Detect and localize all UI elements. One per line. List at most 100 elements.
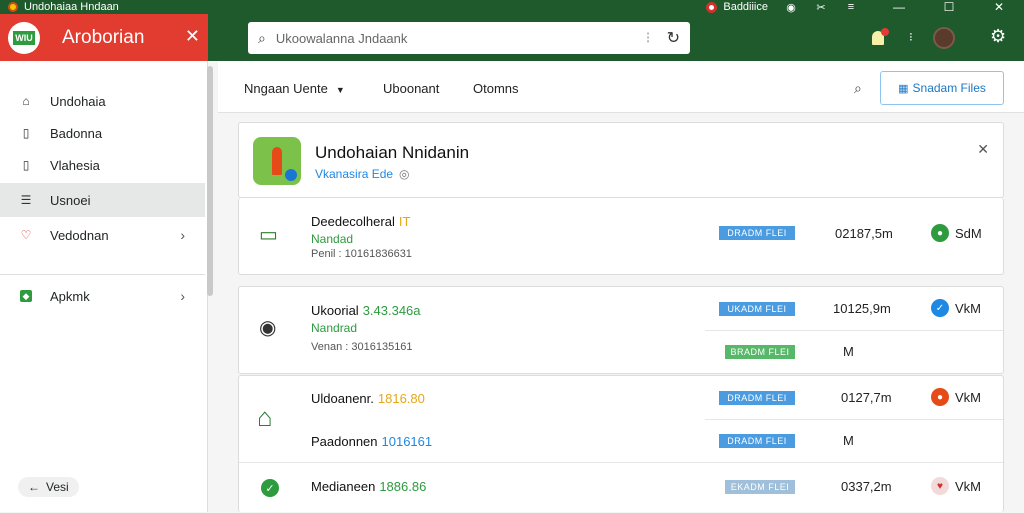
download-button[interactable]: DRADM FLEI xyxy=(719,391,795,405)
more-icon[interactable]: ⁝ xyxy=(909,30,913,44)
primary-action-button[interactable]: ▦ Snadam Files xyxy=(880,71,1004,105)
row-title: Medianeen 1886.86 xyxy=(311,479,427,494)
minimize-button[interactable]: — xyxy=(874,0,924,14)
table-row[interactable]: ⌂ Uldoanenr. 1816.80 Paadonnen 1016161 DRA… xyxy=(239,376,1003,462)
row-secondary-value: M xyxy=(843,344,854,359)
download-button[interactable]: EKADM FLEI xyxy=(725,480,795,494)
sidebar-item-label: Vlahesia xyxy=(50,157,100,173)
chevron-right-icon: › xyxy=(180,227,185,243)
table-row[interactable]: ◉ Ukoorial 3.43.346a Nandrad Venan : 3016… xyxy=(239,287,1003,375)
close-window-button[interactable]: ✕ xyxy=(974,0,1024,14)
row-title: Deedecolheral IT xyxy=(311,214,411,229)
search-icon: ⌕ xyxy=(258,29,266,46)
row-secondary-value: M xyxy=(843,433,854,448)
main-toolbar: Nngaan Uente ▼ Uboonant Otomns ⌕ ▦ Snadam… xyxy=(218,61,1024,113)
maximize-button[interactable]: ☐ xyxy=(924,0,974,14)
refresh-icon[interactable]: ↻ xyxy=(667,28,680,48)
close-icon[interactable]: ✕ xyxy=(977,141,989,158)
brand-logo: WIU xyxy=(8,21,40,54)
pin-icon[interactable]: ◉ xyxy=(784,1,798,14)
row-result: ● SdM xyxy=(931,224,982,242)
row-divider xyxy=(705,419,1003,420)
table-row[interactable]: ▭ Deedecolheral IT Nandad Penil : 1016183… xyxy=(239,198,1003,274)
check-icon: ✓ xyxy=(931,299,949,317)
record-icon[interactable] xyxy=(706,1,718,13)
android-icon: ◆ xyxy=(20,290,32,302)
app-icon xyxy=(8,2,18,12)
row-divider xyxy=(705,330,1003,331)
search-input[interactable]: Ukoowalanna Jndaank xyxy=(276,31,646,46)
card-subtitle[interactable]: Vkanasira Ede ◎ xyxy=(315,167,410,181)
list-icon: ☰ xyxy=(20,193,32,207)
title-bar: Undohaiaa Hndaan Baddiiice ◉ ✂ ≡ — ☐ ✕ xyxy=(0,0,1024,14)
file-size: 02187,5m xyxy=(835,226,893,241)
file-size: 10125,9m xyxy=(833,301,891,316)
tab-third[interactable]: Otomns xyxy=(473,81,519,96)
monitor-icon: ▭ xyxy=(259,224,278,246)
back-icon: ← xyxy=(28,480,40,494)
tools-icon[interactable]: ✂ xyxy=(814,1,828,14)
file-icon: ▯ xyxy=(22,158,30,172)
table-row[interactable]: ✓ Medianeen 1886.86 EKADM FLEI 0337,2m ♥ V… xyxy=(239,463,1003,513)
gear-icon[interactable]: ⚙ xyxy=(990,26,1006,47)
sidebar-item-security[interactable]: ♡ Vedodnan › xyxy=(0,219,205,251)
close-icon[interactable]: ✕ xyxy=(185,26,200,47)
download-button[interactable]: UKADM FLEI xyxy=(719,302,795,316)
notification-icon[interactable] xyxy=(872,28,889,46)
avatar[interactable] xyxy=(933,27,955,49)
sidebar-item-list[interactable]: ☰ Usnoei xyxy=(0,183,205,217)
sidebar-scrollbar[interactable] xyxy=(207,66,213,296)
row-result: ● VkM xyxy=(931,388,981,406)
row-result: ✓ VkM xyxy=(931,299,981,317)
sidebar-item-files[interactable]: ▯ Vlahesia xyxy=(0,149,205,181)
brand-bar: WIU Aroborian ✕ xyxy=(0,14,208,61)
search-divider: ⁝ xyxy=(645,30,651,47)
sidebar-item-label: Usnoei xyxy=(50,192,91,208)
document-icon: ▯ xyxy=(22,126,30,140)
alert-icon: ● xyxy=(931,388,949,406)
tab-second[interactable]: Uboonant xyxy=(383,81,439,96)
row-result: ♥ VkM xyxy=(931,477,981,495)
sidebar-divider xyxy=(0,274,205,275)
download-button[interactable]: DRADM FLEI xyxy=(719,434,795,448)
sidebar-item-label: Vedodnan xyxy=(50,227,109,243)
tab-filter[interactable]: Nngaan Uente ▼ xyxy=(244,81,345,96)
row-status: Nandrad xyxy=(311,321,358,335)
row-meta: Venan : 3016135161 xyxy=(311,341,413,353)
sidebar-item-apps[interactable]: ◆ Apkmk › xyxy=(0,280,205,312)
chevron-right-icon: › xyxy=(180,288,185,304)
status-text: Baddiiice xyxy=(723,1,768,13)
file-size: 0337,2m xyxy=(841,479,892,494)
home-icon: ⌂ xyxy=(22,94,30,108)
sidebar-item-documents[interactable]: ▯ Badonna xyxy=(0,117,205,149)
file-size: 0127,7m xyxy=(841,390,892,405)
check-circle-icon: ✓ xyxy=(261,479,279,497)
grid-icon: ▦ xyxy=(898,82,909,95)
sidebar: ⌂ Undohaia ▯ Badonna ▯ Vlahesia ☰ Usnoei… xyxy=(0,61,213,512)
window-title: Undohaiaa Hndaan xyxy=(24,1,119,13)
sidebar-item-label: Badonna xyxy=(50,125,103,141)
row-status: Nandad xyxy=(311,232,354,246)
sidebar-item-label: Apkmk xyxy=(50,288,90,304)
app-logo-icon xyxy=(253,137,301,185)
version-chip[interactable]: ← Vesi xyxy=(18,477,79,497)
row-title: Ukoorial 3.43.346a xyxy=(311,303,421,318)
help-icon: ◎ xyxy=(399,167,410,181)
app-detail-card: Undohaian Nnidanin Vkanasira Ede ◎ ✕ xyxy=(238,122,1004,198)
sidebar-item-home[interactable]: ⌂ Undohaia xyxy=(0,85,205,117)
chevron-down-icon: ▼ xyxy=(335,85,345,95)
search-icon[interactable]: ⌕ xyxy=(854,80,862,97)
app-header: WIU Aroborian ✕ ⌕ Ukoowalanna Jndaank ⁝ … xyxy=(0,14,1024,61)
download-button[interactable]: DRADM FLEI xyxy=(719,226,795,240)
check-icon: ● xyxy=(931,224,949,242)
row-subtitle: Paadonnen 1016161 xyxy=(311,434,433,449)
search-box[interactable]: ⌕ Ukoowalanna Jndaank ⁝ ↻ xyxy=(248,22,690,54)
card-title: Undohaian Nnidanin xyxy=(315,143,470,162)
heart-icon: ♥ xyxy=(931,477,949,495)
brand-name: Aroborian xyxy=(62,26,145,48)
file-list-card-2: ◉ Ukoorial 3.43.346a Nandrad Venan : 3016… xyxy=(238,286,1004,374)
install-button[interactable]: BRADM FLEI xyxy=(725,345,795,359)
file-list-card-3: ⌂ Uldoanenr. 1816.80 Paadonnen 1016161 DRA… xyxy=(238,375,1004,512)
shield-icon: ♡ xyxy=(20,228,32,242)
menu-icon[interactable]: ≡ xyxy=(844,1,858,13)
